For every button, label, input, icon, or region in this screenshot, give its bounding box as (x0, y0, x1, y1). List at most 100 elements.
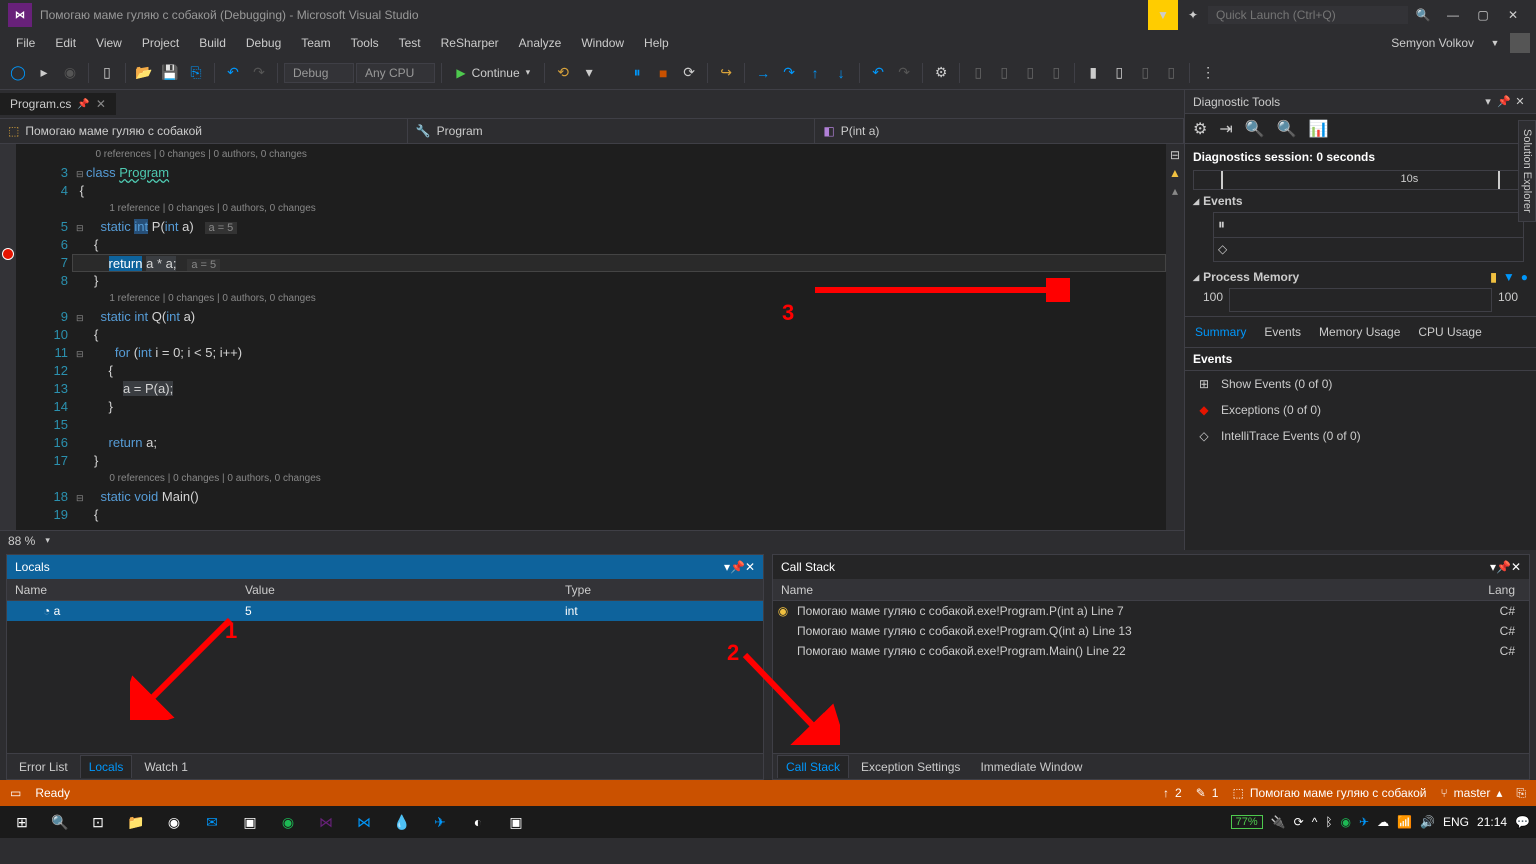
redo-icon[interactable]: ↷ (247, 61, 271, 85)
config-combo[interactable]: Debug (284, 63, 354, 83)
event-row-intellitrace[interactable]: ◇IntelliTrace Events (0 of 0) (1185, 423, 1536, 449)
callstack-close-icon[interactable]: ✕ (1511, 560, 1521, 574)
diag-zoomin-icon[interactable]: 🔍 (1245, 119, 1265, 139)
wifi-icon[interactable]: 📶 (1397, 815, 1412, 829)
redo2-icon[interactable]: ↷ (892, 61, 916, 85)
minimize-icon[interactable]: — (1438, 0, 1468, 30)
menu-view[interactable]: View (86, 32, 132, 54)
tray-up-icon[interactable]: ^ (1312, 815, 1318, 829)
scrollup-icon[interactable]: ▴ (1172, 184, 1178, 198)
mem-gc-icon[interactable]: ▼ (1503, 270, 1515, 284)
menu-project[interactable]: Project (132, 32, 189, 54)
telegram-tray-icon[interactable]: ✈ (1359, 815, 1369, 829)
menu-analyze[interactable]: Analyze (509, 32, 572, 54)
close-icon[interactable]: ✕ (1498, 0, 1528, 30)
menu-edit[interactable]: Edit (45, 32, 86, 54)
maximize-icon[interactable]: ▢ (1468, 0, 1498, 30)
doc-tab-program[interactable]: Program.cs 📌 ✕ (0, 93, 116, 115)
locals-col-value[interactable]: Value (237, 583, 557, 597)
taskview-icon[interactable]: ⊡ (82, 808, 114, 836)
tab-immediate[interactable]: Immediate Window (972, 756, 1090, 778)
bookmark2-icon[interactable]: ▯ (1107, 61, 1131, 85)
status-branch[interactable]: ⑂ master ▴ (1440, 786, 1502, 800)
tab-error-list[interactable]: Error List (11, 756, 76, 778)
diag-tab-cpu[interactable]: CPU Usage (1416, 321, 1483, 343)
callstack-pin-icon[interactable]: 📌 (1496, 560, 1511, 574)
diag-close-icon[interactable]: ✕ (1512, 95, 1528, 108)
status-project[interactable]: ⬚ Помогаю маме гуляю с собакой (1232, 786, 1426, 800)
notifications-icon[interactable]: 💬 (1515, 815, 1530, 829)
locals-row-a[interactable]: ◔ a 5 int (7, 601, 763, 621)
bookmark-icon[interactable]: ▮ (1081, 61, 1105, 85)
tab-exception-settings[interactable]: Exception Settings (853, 756, 968, 778)
user-name[interactable]: Semyon Volkov (1385, 36, 1480, 50)
nav-namespace[interactable]: ⬚Помогаю маме гуляю с собакой (0, 119, 408, 143)
locals-pin-icon[interactable]: 📌 (730, 560, 745, 574)
feedback-icon[interactable]: ✦ (1178, 0, 1208, 30)
split-icon[interactable]: ⊟ (1170, 148, 1180, 162)
diag-memory-head[interactable]: Process Memory ▮ ▼ ● (1185, 266, 1536, 288)
sound-icon[interactable]: 🔊 (1420, 815, 1435, 829)
tab-locals[interactable]: Locals (80, 755, 133, 778)
diag-pin-icon[interactable]: 📌 (1496, 95, 1512, 108)
menu-tools[interactable]: Tools (341, 32, 389, 54)
diag-tab-events[interactable]: Events (1262, 321, 1303, 343)
onedrive-icon[interactable]: ☁ (1377, 815, 1389, 829)
mem-snapshot-icon[interactable]: ● (1521, 270, 1528, 284)
zoom-level[interactable]: 88 % (8, 534, 35, 548)
menu-test[interactable]: Test (389, 32, 431, 54)
t3-icon[interactable]: ▯ (1018, 61, 1042, 85)
tray-time[interactable]: 21:14 (1477, 815, 1507, 829)
event-row-show[interactable]: ⊞Show Events (0 of 0) (1185, 371, 1536, 397)
status-changes[interactable]: ✎ 1 (1196, 786, 1219, 800)
breakpoint-icon[interactable] (2, 248, 14, 260)
next-statement-icon[interactable]: ↪ (714, 61, 738, 85)
tab-watch1[interactable]: Watch 1 (136, 756, 196, 778)
locals-close-icon[interactable]: ✕ (745, 560, 755, 574)
nav-method[interactable]: ◧P(int a) (815, 119, 1184, 143)
diag-tab-memory[interactable]: Memory Usage (1317, 321, 1402, 343)
nav-fwd-icon[interactable]: ▸ (32, 61, 56, 85)
app3-icon[interactable]: ▣ (500, 808, 532, 836)
nav-class[interactable]: 🔧Program (408, 119, 816, 143)
locals-col-name[interactable]: Name (7, 583, 237, 597)
stop-icon[interactable]: ■ (651, 61, 675, 85)
tray-lang[interactable]: ENG (1443, 815, 1469, 829)
diag-reset-icon[interactable]: 📊 (1309, 119, 1329, 139)
start-icon[interactable]: ⊞ (6, 808, 38, 836)
undo2-icon[interactable]: ↶ (866, 61, 890, 85)
menu-team[interactable]: Team (291, 32, 340, 54)
diag-dropdown-icon[interactable]: ▾ (1480, 95, 1496, 108)
menu-help[interactable]: Help (634, 32, 679, 54)
saveall-icon[interactable]: ⎘ (184, 61, 208, 85)
menu-debug[interactable]: Debug (236, 32, 291, 54)
tab-call-stack[interactable]: Call Stack (777, 755, 849, 778)
diag-select-icon[interactable]: ⇥ (1219, 119, 1232, 139)
vs-task-icon[interactable]: ⋈ (310, 808, 342, 836)
step-out-icon[interactable]: ↑ (803, 61, 827, 85)
terminal-icon[interactable]: ▣ (234, 808, 266, 836)
callstack-row-0[interactable]: ◉ Помогаю маме гуляю с собакой.exe!Progr… (773, 601, 1529, 621)
t1-icon[interactable]: ▯ (966, 61, 990, 85)
warning-icon[interactable]: ▲ (1169, 166, 1181, 180)
nav-back-icon[interactable]: ◯ (6, 61, 30, 85)
callstack-col-name[interactable]: Name (773, 583, 1469, 597)
callstack-row-2[interactable]: Помогаю маме гуляю с собакой.exe!Program… (773, 641, 1529, 661)
app1-icon[interactable]: 💧 (386, 808, 418, 836)
menu-build[interactable]: Build (189, 32, 236, 54)
user-dropdown-icon[interactable]: ▼ (1480, 28, 1510, 58)
open-icon[interactable]: 📂 (132, 61, 156, 85)
notification-icon[interactable]: ▼ (1148, 0, 1178, 30)
app2-icon[interactable]: ◐ (462, 808, 494, 836)
zoom-dropdown-icon[interactable]: ▾ (45, 535, 50, 546)
event-row-exceptions[interactable]: ◆Exceptions (0 of 0) (1185, 397, 1536, 423)
t5-icon[interactable]: ▯ (1133, 61, 1157, 85)
callstack-col-lang[interactable]: Lang (1469, 583, 1529, 597)
status-repo-icon[interactable]: ⎘ (1516, 786, 1526, 801)
intellitrace-icon[interactable]: ⚙ (929, 61, 953, 85)
avatar[interactable] (1510, 33, 1530, 53)
vscode-icon[interactable]: ⋈ (348, 808, 380, 836)
t7-icon[interactable]: ⋮ (1196, 61, 1220, 85)
quick-launch-input[interactable] (1208, 6, 1408, 24)
run-to-icon[interactable]: ↓ (829, 61, 853, 85)
